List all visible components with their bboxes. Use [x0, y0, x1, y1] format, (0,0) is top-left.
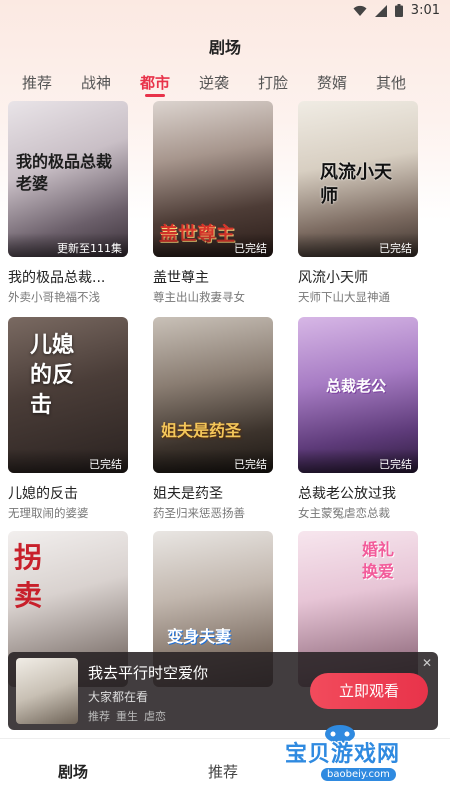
signal-icon [374, 4, 387, 17]
now-playing-subtitle: 大家都在看 [88, 690, 149, 704]
status-icons: 3:01 [353, 3, 440, 18]
poster-title-art: 风流小天师 [320, 162, 392, 207]
status-badge: 已完结 [153, 449, 273, 473]
drama-subtitle: 外卖小哥艳福不浅 [8, 290, 100, 304]
drama-title: 儿媳的反击 [8, 486, 78, 502]
drama-title: 我的极品总裁... [8, 270, 106, 286]
watermark-logo: 宝贝游戏网 baobeiy.com [275, 725, 435, 792]
poster-title-art: 我的极品总裁老婆 [16, 152, 113, 193]
poster-title-art: 姐夫是药圣 [161, 421, 242, 440]
status-badge: 已完结 [298, 233, 418, 257]
status-time: 3:01 [410, 3, 440, 18]
tab-urban[interactable]: 都市 [140, 72, 170, 93]
drama-poster[interactable]: 盖世尊主 已完结 [153, 101, 273, 257]
drama-subtitle: 天师下山大显神通 [298, 290, 390, 304]
status-badge: 已完结 [298, 449, 418, 473]
drama-title: 盖世尊主 [153, 270, 209, 286]
tab-face-slap[interactable]: 打脸 [258, 72, 288, 93]
drama-subtitle: 药圣归来惩恶扬善 [153, 506, 245, 520]
now-playing-banner[interactable]: 我去平行时空爱你 大家都在看 推荐 重生 虐恋 立即观看 ✕ [8, 652, 438, 730]
watermark-text: 宝贝游戏网 [285, 742, 401, 767]
tab-active-indicator [145, 94, 165, 97]
page-title: 剧场 [208, 38, 241, 57]
tab-counterattack[interactable]: 逆袭 [199, 72, 229, 93]
drama-subtitle: 女主蒙冤虐恋总裁 [298, 506, 390, 520]
drama-title: 总裁老公放过我 [298, 486, 396, 502]
tag: 重生 [116, 710, 138, 723]
status-badge: 已完结 [153, 233, 273, 257]
now-playing-tags: 推荐 重生 虐恋 [88, 708, 166, 724]
drama-subtitle: 无理取闹的婆婆 [8, 506, 89, 520]
tab-other[interactable]: 其他 [376, 72, 406, 93]
poster-title-art: 总裁老公 [326, 377, 387, 395]
status-bar: 3:01 [0, 0, 450, 22]
tab-recommend[interactable]: 推荐 [22, 72, 52, 93]
drama-title: 风流小天师 [298, 270, 368, 286]
tag: 推荐 [88, 710, 110, 723]
tab-son-in-law[interactable]: 赘婿 [317, 72, 347, 93]
watermark-url: baobeiy.com [321, 768, 396, 781]
nav-recommend[interactable]: 推荐 [208, 761, 238, 782]
wifi-icon [353, 5, 367, 16]
drama-poster[interactable]: 儿媳的反击 已完结 [8, 317, 128, 473]
now-playing-thumbnail[interactable] [16, 658, 78, 724]
now-playing-title: 我去平行时空爱你 [88, 664, 209, 682]
drama-poster[interactable]: 风流小天师 已完结 [298, 101, 418, 257]
close-icon[interactable]: ✕ [422, 656, 432, 670]
poster-title-art: 拐卖 [14, 541, 43, 612]
poster-title-art: 儿媳的反击 [30, 333, 75, 418]
drama-title: 姐夫是药圣 [153, 486, 223, 502]
nav-theater[interactable]: 剧场 [58, 761, 88, 782]
watch-now-button[interactable]: 立即观看 [310, 673, 428, 709]
drama-poster[interactable]: 姐夫是药圣 已完结 [153, 317, 273, 473]
battery-icon [394, 4, 403, 17]
category-tabs: 推荐 战神 都市 逆袭 打脸 赘婿 其他 [0, 72, 450, 97]
tab-war-god[interactable]: 战神 [81, 72, 111, 93]
poster-title-art: 婚礼换爱 [362, 540, 395, 581]
episode-badge: 更新至111集 [8, 233, 128, 257]
drama-poster[interactable]: 总裁老公 已完结 [298, 317, 418, 473]
drama-subtitle: 尊主出山救妻寻女 [153, 290, 245, 304]
tag: 虐恋 [144, 710, 166, 723]
status-badge: 已完结 [8, 449, 128, 473]
drama-poster[interactable]: 我的极品总裁老婆 更新至111集 [8, 101, 128, 257]
poster-title-art: 变身夫妻 [167, 627, 232, 646]
